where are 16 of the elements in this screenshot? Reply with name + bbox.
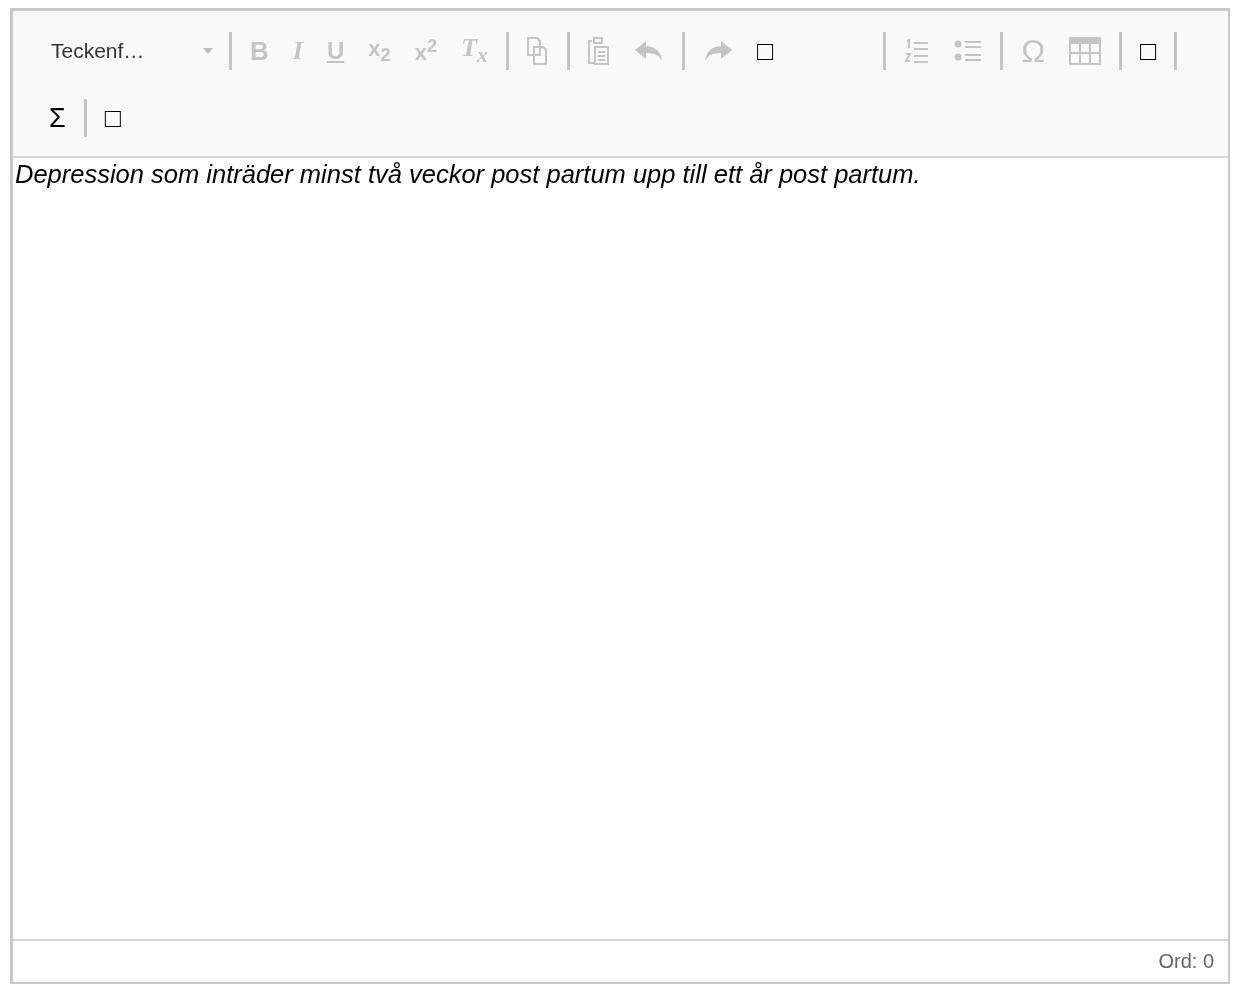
table-icon — [1069, 37, 1102, 65]
bullet-list-icon — [954, 39, 983, 63]
editor-area[interactable]: Depression som inträder minst två veckor post partum upp till ett år post partum. — [13, 158, 1228, 939]
redo-icon — [702, 40, 733, 62]
paste-icon — [587, 37, 610, 65]
toolbar-button[interactable]: Σ — [37, 98, 78, 138]
caret-icon — [203, 48, 213, 54]
toolbar-button[interactable]: □ — [92, 98, 133, 138]
toolbar-button[interactable]: □ — [744, 31, 786, 71]
editor-text: Depression som inträder minst två veckor post partum upp till ett år post partum. — [14, 159, 922, 189]
word-count: Ord: 0 — [1158, 950, 1214, 973]
toolbar-button[interactable]: □ — [1128, 31, 1169, 71]
copy-icon — [526, 37, 549, 65]
font-dropdown[interactable]: Teckenf… — [37, 31, 223, 71]
numbered-list-icon — [904, 38, 931, 64]
undo-icon — [633, 40, 664, 62]
